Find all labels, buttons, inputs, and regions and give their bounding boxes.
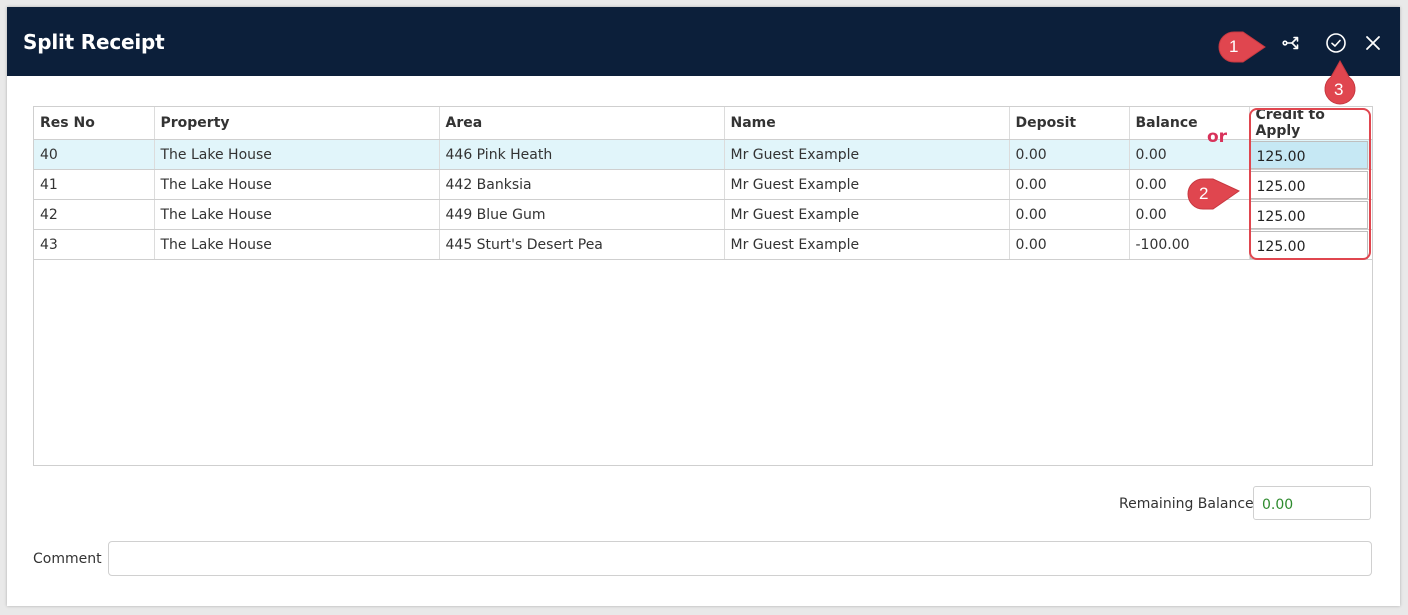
dialog-title: Split Receipt [23, 30, 164, 54]
split-icon[interactable] [1280, 31, 1304, 55]
res-no-cell: 41 [34, 170, 154, 200]
table-header-row: Res No Property Area Name Deposit Balanc… [34, 107, 1372, 140]
credit-to-apply-cell: 125.00 [1249, 230, 1372, 260]
table-row[interactable]: 43 The Lake House 445 Sturt's Desert Pea… [34, 230, 1372, 260]
credit-to-apply-cell: 125.00 [1249, 140, 1372, 170]
balance-cell: -100.00 [1129, 230, 1249, 260]
deposit-cell: 0.00 [1009, 170, 1129, 200]
column-header-res-no[interactable]: Res No [34, 107, 154, 140]
title-bar: Split Receipt [7, 7, 1400, 76]
close-icon[interactable] [1361, 31, 1385, 55]
name-cell: Mr Guest Example [724, 170, 1009, 200]
credit-to-apply-input[interactable]: 125.00 [1250, 141, 1368, 169]
callout-2-marker: 2 [1185, 176, 1245, 212]
property-cell: The Lake House [154, 170, 439, 200]
property-cell: The Lake House [154, 140, 439, 170]
comment-field[interactable] [108, 541, 1372, 576]
name-cell: Mr Guest Example [724, 140, 1009, 170]
callout-1-number: 1 [1229, 37, 1238, 57]
remaining-balance-field[interactable]: 0.00 [1253, 486, 1371, 520]
credit-to-apply-input[interactable]: 125.00 [1250, 171, 1368, 199]
name-cell: Mr Guest Example [724, 200, 1009, 230]
balance-cell: 0.00 [1129, 140, 1249, 170]
credit-to-apply-input[interactable]: 125.00 [1250, 201, 1368, 229]
res-no-cell: 43 [34, 230, 154, 260]
column-header-balance[interactable]: Balance [1129, 107, 1249, 140]
check-circle-icon[interactable] [1324, 31, 1348, 55]
res-no-cell: 40 [34, 140, 154, 170]
credit-to-apply-input[interactable]: 125.00 [1250, 231, 1368, 259]
table-row[interactable]: 42 The Lake House 449 Blue Gum Mr Guest … [34, 200, 1372, 230]
credit-to-apply-cell: 125.00 [1249, 170, 1372, 200]
deposit-cell: 0.00 [1009, 140, 1129, 170]
or-annotation: or [1207, 127, 1227, 147]
callout-1-marker: 1 [1217, 30, 1273, 64]
area-cell: 445 Sturt's Desert Pea [439, 230, 724, 260]
property-cell: The Lake House [154, 200, 439, 230]
table-row[interactable]: 41 The Lake House 442 Banksia Mr Guest E… [34, 170, 1372, 200]
property-cell: The Lake House [154, 230, 439, 260]
table-row[interactable]: 40 The Lake House 446 Pink Heath Mr Gues… [34, 140, 1372, 170]
callout-3-number: 3 [1334, 80, 1343, 100]
column-header-property[interactable]: Property [154, 107, 439, 140]
deposit-cell: 0.00 [1009, 200, 1129, 230]
comment-label: Comment [33, 551, 102, 567]
split-receipt-dialog: Split Receipt [7, 7, 1400, 606]
remaining-balance-label: Remaining Balance [1119, 496, 1254, 512]
column-header-deposit[interactable]: Deposit [1009, 107, 1129, 140]
deposit-cell: 0.00 [1009, 230, 1129, 260]
area-cell: 449 Blue Gum [439, 200, 724, 230]
credit-to-apply-cell: 125.00 [1249, 200, 1372, 230]
callout-3-marker: 3 [1322, 59, 1358, 109]
callout-2-number: 2 [1199, 184, 1208, 204]
area-cell: 442 Banksia [439, 170, 724, 200]
column-header-credit-to-apply[interactable]: Credit to Apply [1249, 107, 1372, 140]
reservations-table: Res No Property Area Name Deposit Balanc… [34, 107, 1372, 260]
column-header-area[interactable]: Area [439, 107, 724, 140]
column-header-name[interactable]: Name [724, 107, 1009, 140]
res-no-cell: 42 [34, 200, 154, 230]
name-cell: Mr Guest Example [724, 230, 1009, 260]
reservations-grid: Res No Property Area Name Deposit Balanc… [33, 106, 1373, 466]
area-cell: 446 Pink Heath [439, 140, 724, 170]
